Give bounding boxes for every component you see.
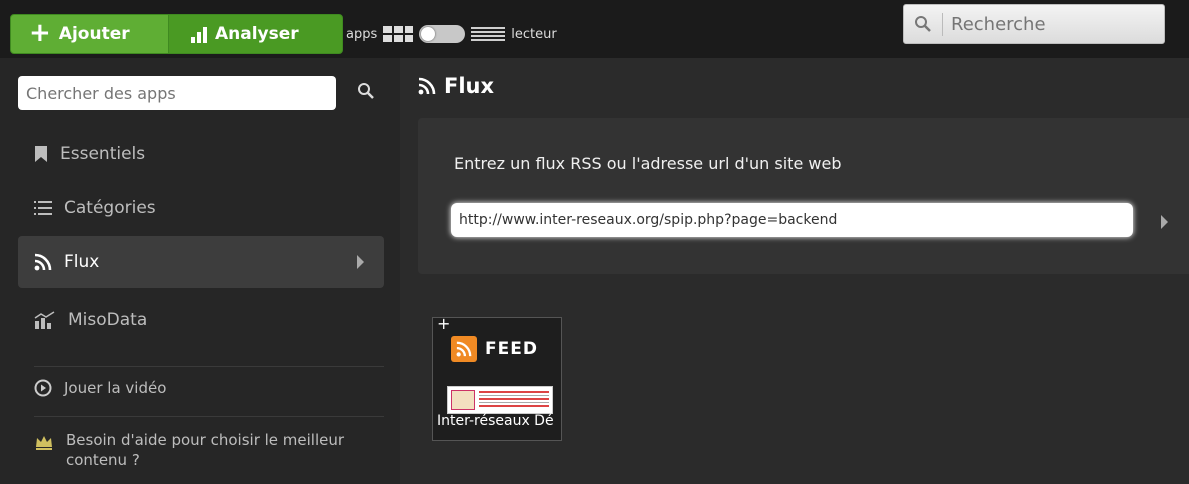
rss-url-input[interactable]	[451, 203, 1133, 237]
add-button-label: Ajouter	[58, 24, 130, 44]
plus-icon: +	[29, 17, 51, 48]
help-text: Besoin d'aide pour choisir le meilleur c…	[66, 431, 345, 469]
sidebar: Essentiels Catégories Flux MisoData Joue…	[0, 58, 400, 484]
sidebar-item-essentiels[interactable]: Essentiels	[18, 128, 384, 180]
view-reader-label: lecteur	[511, 26, 557, 42]
page-title: Flux	[418, 74, 494, 98]
search-icon[interactable]	[357, 82, 375, 100]
feed-card-caption: Inter-réseaux Dé	[437, 413, 554, 429]
site-thumbnail	[447, 386, 553, 414]
top-search-input[interactable]	[942, 12, 1133, 36]
sidebar-item-label: MisoData	[68, 310, 148, 330]
play-icon	[34, 379, 52, 397]
view-toggle[interactable]	[419, 25, 466, 43]
list-view-icon[interactable]	[471, 27, 506, 41]
thumbnail-text-lines	[479, 391, 549, 409]
page-title-text: Flux	[444, 74, 495, 98]
analyze-button-label: Analyser	[215, 24, 299, 44]
rss-panel: Entrez un flux RSS ou l'adresse url d'un…	[418, 118, 1189, 274]
search-icon[interactable]	[914, 15, 932, 33]
bookmark-icon	[35, 146, 47, 162]
view-apps-label: apps	[346, 26, 378, 42]
site-logo	[451, 390, 475, 410]
chevron-right-icon	[357, 255, 364, 269]
divider	[34, 416, 384, 417]
add-button[interactable]: + Ajouter	[10, 14, 170, 54]
sidebar-item-label: Flux	[64, 252, 100, 272]
sidebar-item-label: Catégories	[64, 198, 156, 218]
rss-icon	[34, 253, 52, 271]
list-icon	[34, 201, 52, 215]
help-link[interactable]: Besoin d'aide pour choisir le meilleur c…	[34, 430, 384, 470]
bar-chart-icon	[191, 25, 207, 43]
rss-icon	[451, 336, 477, 362]
sidebar-item-misodata[interactable]: MisoData	[18, 294, 384, 346]
rss-icon	[418, 77, 436, 95]
feed-badge-text: FEED	[485, 339, 538, 359]
play-video-label: Jouer la vidéo	[64, 379, 167, 397]
crown-icon	[36, 436, 52, 450]
submit-arrow-icon[interactable]	[1161, 215, 1168, 229]
play-video-link[interactable]: Jouer la vidéo	[18, 362, 384, 414]
feed-badge: FEED	[451, 336, 538, 362]
apps-search-input[interactable]	[18, 76, 336, 110]
analyze-button[interactable]: Analyser	[168, 14, 343, 54]
sidebar-item-label: Essentiels	[60, 144, 146, 164]
add-icon[interactable]: +	[437, 314, 450, 333]
sidebar-item-categories[interactable]: Catégories	[18, 182, 384, 234]
feed-card[interactable]: + FEED Inter-réseaux Dé	[432, 314, 562, 441]
sidebar-item-flux[interactable]: Flux	[18, 236, 384, 288]
top-bar: + Ajouter Analyser apps lecteur	[0, 0, 1189, 58]
top-search	[903, 4, 1165, 44]
chart-icon	[34, 311, 55, 329]
rss-label: Entrez un flux RSS ou l'adresse url d'un…	[454, 154, 842, 173]
view-switch: apps lecteur	[346, 24, 557, 44]
grid-icon[interactable]	[383, 26, 414, 42]
